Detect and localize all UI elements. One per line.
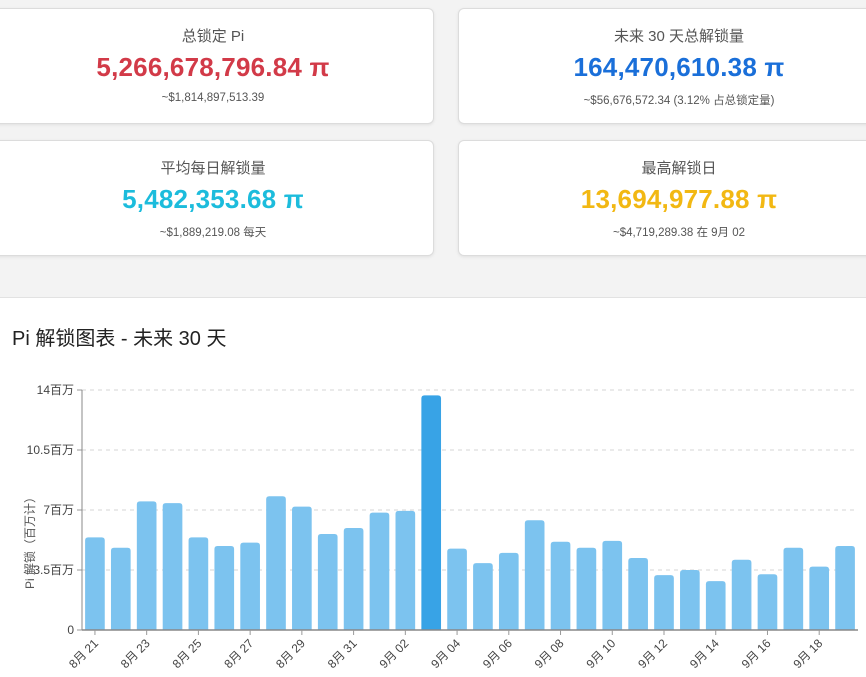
stat-label: 未来 30 天总解锁量 <box>613 28 745 45</box>
bar <box>369 512 390 630</box>
chart-panel: Pi 解锁图表 - 未来 30 天 0 3.5百万 7百万 10.5百万 14百万 8月 … <box>0 297 866 677</box>
bar <box>680 570 700 630</box>
stat-value: 164,470,610.38 π <box>573 52 785 82</box>
bar <box>835 546 855 630</box>
stat-card-avg-daily-unlock: 平均每日解锁量 5,482,353.68 π ~$1,889,219.08 每天 <box>0 140 434 256</box>
bar <box>524 520 545 630</box>
x-tick-label: 8月 31 <box>325 636 360 671</box>
x-tick-label: 9月 02 <box>377 636 412 671</box>
x-tick-label: 8月 23 <box>118 636 153 671</box>
bar <box>240 542 260 630</box>
y-tick-label: 10.5百万 <box>27 443 74 457</box>
bar <box>136 501 157 630</box>
x-tick-label: 9月 08 <box>532 636 567 671</box>
stat-card-max-unlock-day: 最高解锁日 13,694,977.88 π ~$4,719,289.38 在 9… <box>458 140 866 256</box>
bar <box>809 566 830 630</box>
stat-value: 13,694,977.88 π <box>580 184 778 214</box>
bar <box>266 496 286 630</box>
stat-subtext: ~$1,889,219.08 每天 <box>159 227 267 239</box>
bar <box>317 534 338 630</box>
x-tick-label: 9月 10 <box>583 636 618 671</box>
y-tick-label: 14百万 <box>37 383 74 397</box>
x-tick-label: 8月 25 <box>170 636 205 671</box>
y-tick-label: 0 <box>67 623 74 637</box>
y-tick-label: 7百万 <box>43 503 74 517</box>
bar <box>654 575 674 630</box>
x-tick-label: 9月 12 <box>635 636 670 671</box>
stat-subtext: ~$4,719,289.38 在 9月 02 <box>612 227 746 239</box>
bar <box>731 559 752 630</box>
stat-label: 最高解锁日 <box>641 160 717 177</box>
unlock-bar-chart: 0 3.5百万 7百万 10.5百万 14百万 8月 21 8月 23 8月 25 8月 27 8… <box>22 383 858 671</box>
x-tick-label: 9月 16 <box>739 636 774 671</box>
stat-value: 5,482,353.68 π <box>122 184 304 214</box>
bar <box>395 510 416 630</box>
bar <box>757 574 778 630</box>
x-tick-label: 9月 06 <box>480 636 515 671</box>
stat-label: 总锁定 Pi <box>181 28 245 45</box>
bar <box>447 548 467 630</box>
bar <box>110 547 131 630</box>
y-axis-label: Pi 解锁（百万计） <box>22 491 37 589</box>
bar <box>498 552 519 630</box>
stat-subtext: ~$1,814,897,513.39 <box>161 92 265 104</box>
bar <box>162 503 183 630</box>
x-tick-label: 9月 18 <box>790 636 825 671</box>
bar <box>705 581 726 630</box>
bar <box>214 546 235 630</box>
stat-value: 5,266,678,796.84 π <box>96 52 330 82</box>
bar <box>188 537 209 630</box>
x-tick-label: 9月 04 <box>428 636 463 671</box>
x-tick-label: 8月 27 <box>221 636 256 671</box>
bar <box>550 541 571 630</box>
bar <box>85 537 105 630</box>
bar <box>576 547 597 630</box>
bar <box>628 558 648 630</box>
bar <box>473 563 493 630</box>
stat-label: 平均每日解锁量 <box>160 160 266 177</box>
bar <box>421 395 442 630</box>
y-tick-label: 3.5百万 <box>33 563 74 577</box>
bar <box>602 540 623 630</box>
stat-card-total-locked: 总锁定 Pi 5,266,678,796.84 π ~$1,814,897,51… <box>0 8 434 124</box>
x-tick-label: 8月 21 <box>66 636 101 671</box>
bar <box>292 506 312 630</box>
x-tick-label: 8月 29 <box>273 636 308 671</box>
stat-subtext: ~$56,676,572.34 (3.12% 占总锁定量) <box>583 95 775 107</box>
stat-card-next-30-unlock: 未来 30 天总解锁量 164,470,610.38 π ~$56,676,57… <box>458 8 866 124</box>
bar <box>343 528 364 630</box>
x-tick-label: 9月 14 <box>687 636 722 671</box>
bar <box>783 547 804 630</box>
